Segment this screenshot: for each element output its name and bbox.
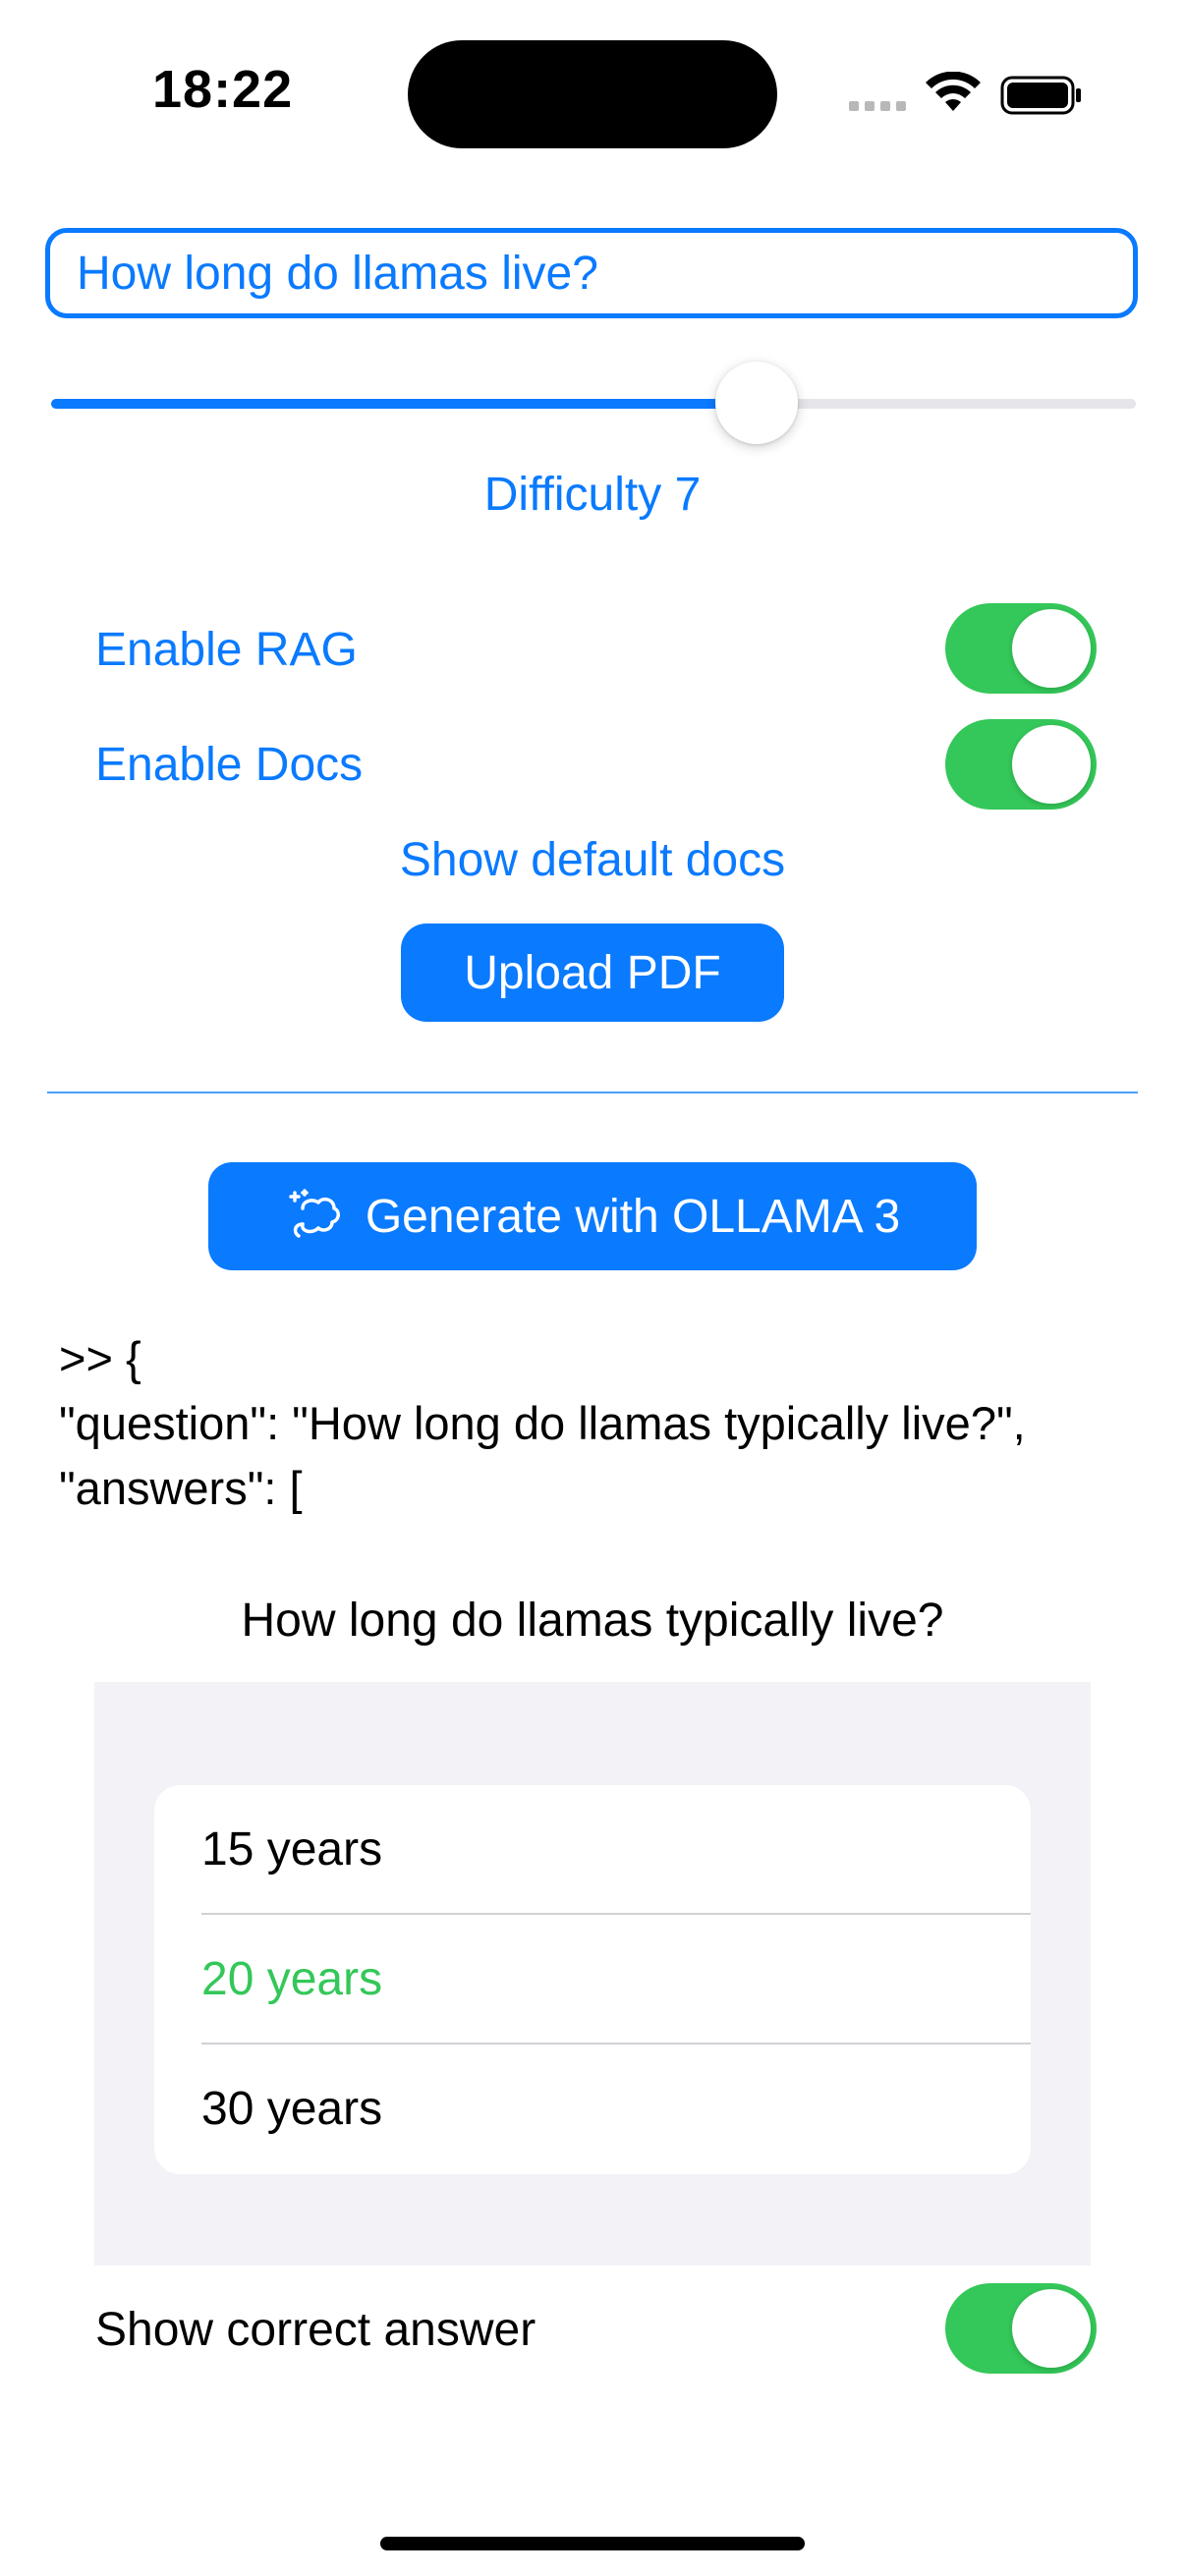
answer-text-correct: 20 years (201, 1953, 383, 2005)
answers-panel: 15 years 20 years 30 years (94, 1682, 1091, 2266)
answer-text: 30 years (201, 2083, 383, 2135)
show-correct-answer-toggle[interactable] (945, 2283, 1097, 2374)
query-input-value: How long do llamas live? (77, 247, 598, 300)
generate-button[interactable]: Generate with OLLAMA 3 (208, 1162, 977, 1270)
answers-list: 15 years 20 years 30 years (154, 1785, 1031, 2174)
answer-option[interactable]: 15 years (154, 1785, 1031, 1915)
raw-output-line: "question": "How long do llamas typicall… (59, 1397, 1026, 1449)
answer-option[interactable]: 20 years (154, 1915, 1031, 2044)
wifi-icon (926, 72, 981, 111)
quiz-question: How long do llamas typically live? (241, 1595, 944, 1647)
toggle-knob (1012, 2289, 1091, 2368)
home-indicator (380, 2537, 805, 2550)
raw-output-line: >> { (59, 1332, 141, 1384)
show-default-docs-link[interactable]: Show default docs (0, 833, 1185, 887)
enable-rag-label: Enable RAG (95, 624, 358, 676)
enable-docs-toggle[interactable] (945, 719, 1097, 810)
enable-docs-label: Enable Docs (95, 739, 364, 791)
query-input[interactable]: How long do llamas live? (45, 228, 1138, 318)
show-correct-answer-label: Show correct answer (95, 2304, 536, 2356)
enable-rag-toggle[interactable] (945, 603, 1097, 694)
difficulty-slider-thumb[interactable] (715, 362, 798, 444)
dynamic-island (408, 40, 777, 148)
sparkles-loop-icon (289, 1189, 340, 1238)
difficulty-slider-track[interactable] (51, 399, 1136, 409)
section-divider (47, 1092, 1138, 1093)
generate-button-label: Generate with OLLAMA 3 (365, 1190, 901, 1243)
raw-output-text: >> { "question": "How long do llamas typi… (59, 1326, 1026, 1521)
toggle-knob (1012, 725, 1091, 804)
cellular-signal-icon (849, 101, 906, 111)
battery-icon (1000, 76, 1081, 115)
difficulty-slider-fill (51, 399, 757, 409)
answer-option[interactable]: 30 years (154, 2044, 1031, 2174)
status-time: 18:22 (152, 60, 294, 119)
toggle-knob (1012, 609, 1091, 688)
raw-output-line: "answers": [ (59, 1462, 303, 1514)
difficulty-label: Difficulty 7 (483, 469, 702, 521)
answer-text: 15 years (201, 1823, 383, 1876)
upload-pdf-button[interactable]: Upload PDF (401, 924, 784, 1022)
upload-pdf-label: Upload PDF (464, 946, 721, 999)
